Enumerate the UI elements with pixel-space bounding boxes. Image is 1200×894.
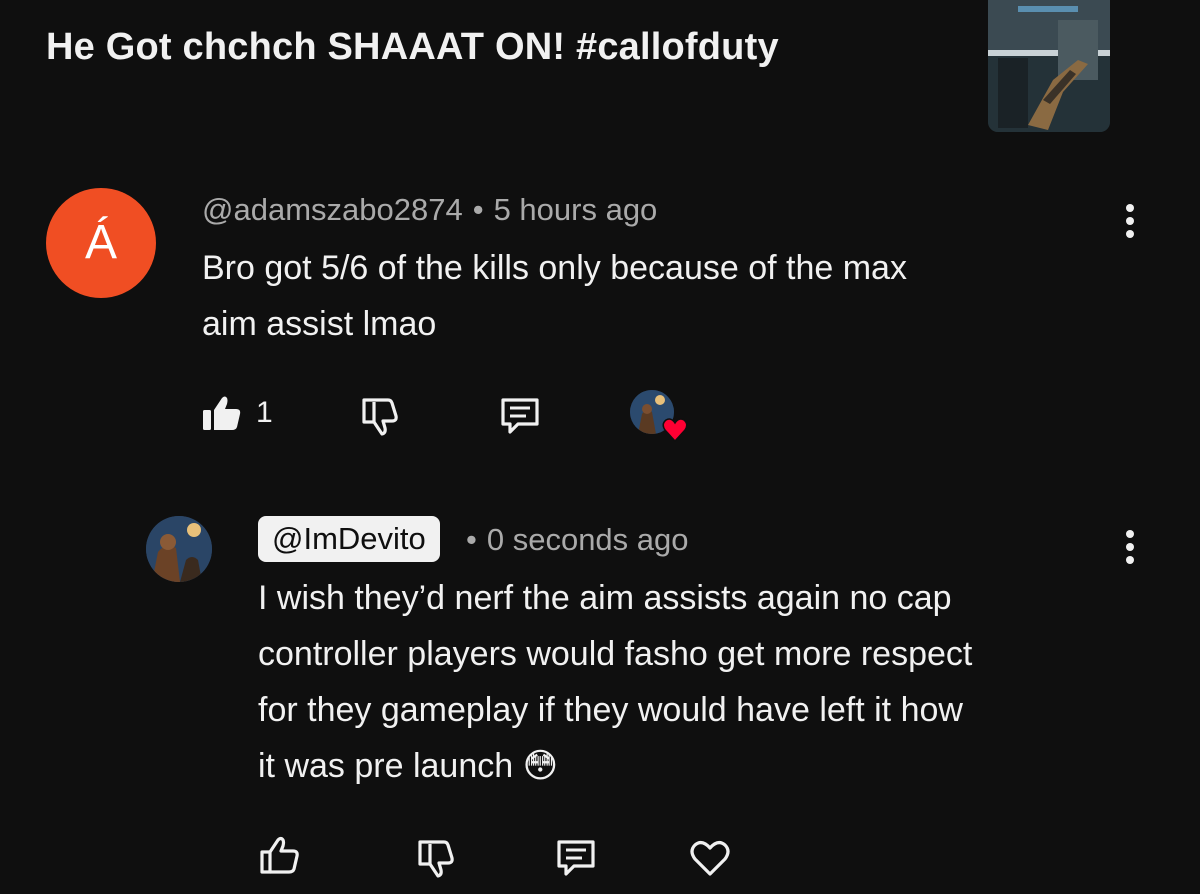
reply-text: I wish they’d nerf the aim assists again… [258,570,972,794]
heart-icon[interactable] [688,836,732,880]
comment-time: 5 hours ago [493,192,658,227]
comment-author[interactable]: @adamszabo2874 [202,192,463,227]
reply-text-line: I wish they’d nerf the aim assists again… [258,579,952,617]
thumbs-down-icon[interactable] [414,836,458,880]
comment-text-line: aim assist lmao [202,305,437,343]
thumbs-down-icon[interactable] [358,394,402,438]
meta-separator: • [466,522,477,557]
reply-text-line: for they gameplay if they would have lef… [258,691,963,729]
thumbs-up-filled-icon[interactable] [200,392,244,436]
video-thumbnail[interactable] [988,0,1110,132]
comment-text: Bro got 5/6 of the kills only because of… [202,240,907,352]
comment-text-line: Bro got 5/6 of the kills only because of… [202,249,907,287]
comment-meta: @adamszabo2874 • 5 hours ago [202,192,657,228]
reply-time: 0 seconds ago [486,522,689,557]
like-count: 1 [256,396,273,429]
creator-heart-icon [662,418,688,443]
meta-separator: • [472,192,484,227]
reply-icon[interactable] [498,394,542,438]
reply-text-line: controller players would fasho get more … [258,635,973,673]
comment-avatar[interactable]: Á [46,188,156,298]
reply-meta: • 0 seconds ago [466,522,689,558]
reply-icon[interactable] [554,836,598,880]
more-vert-icon[interactable] [1124,204,1136,244]
reply-text-line: it was pre launch 😳 [258,747,559,785]
thumbs-up-icon[interactable] [258,834,302,878]
more-vert-icon[interactable] [1124,530,1136,570]
reply-avatar[interactable] [146,516,212,582]
video-title[interactable]: He Got chchch SHAAAT ON! #callofduty [46,26,779,69]
reply-author[interactable]: @ImDevito [258,516,440,562]
flushed-emoji: 😳 [522,747,559,785]
